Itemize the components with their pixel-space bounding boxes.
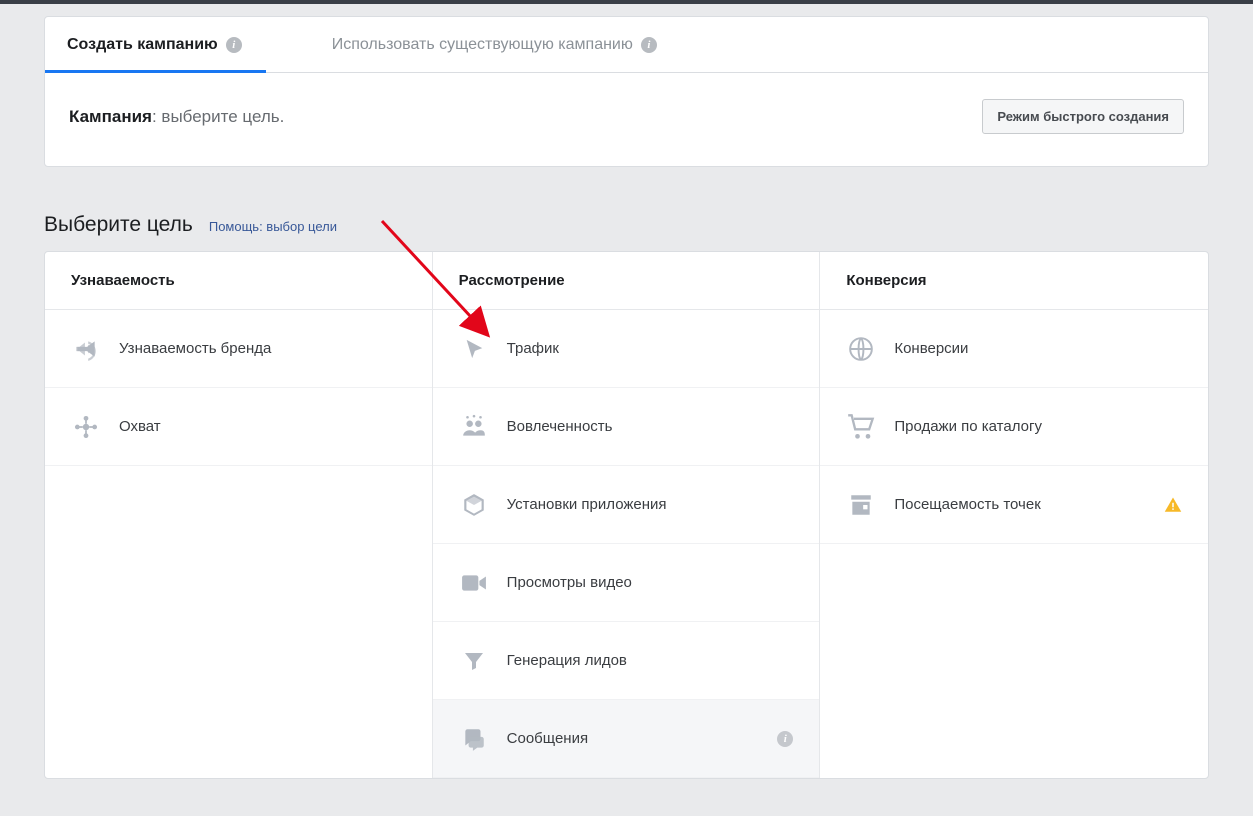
box-icon — [459, 490, 489, 520]
objective-label: Вовлеченность — [507, 418, 794, 435]
objective-brand-awareness[interactable]: Узнаваемость бренда — [45, 310, 432, 388]
objective-label: Узнаваемость бренда — [119, 340, 406, 357]
section-title: Выберите цель — [44, 213, 193, 237]
video-icon — [459, 568, 489, 598]
campaign-title-line: Кампания: выберите цель. — [69, 107, 284, 127]
column-conversion: Конверсия Конверсии Продажи по каталогу … — [820, 252, 1208, 778]
window-topbar — [0, 0, 1253, 4]
tab-label: Использовать существующую кампанию — [332, 36, 633, 54]
info-icon[interactable]: i — [226, 37, 242, 53]
objective-store-visits[interactable]: Посещаемость точек — [820, 466, 1208, 544]
column-awareness: Узнаваемость Узнаваемость бренда Охват — [45, 252, 433, 778]
info-icon[interactable]: i — [641, 37, 657, 53]
column-header: Узнаваемость — [45, 252, 432, 310]
objective-traffic[interactable]: Трафик — [433, 310, 820, 388]
quick-create-button[interactable]: Режим быстрого создания — [982, 99, 1184, 134]
objective-app-installs[interactable]: Установки приложения — [433, 466, 820, 544]
objective-conversions[interactable]: Конверсии — [820, 310, 1208, 388]
objective-label: Генерация лидов — [507, 652, 794, 669]
campaign-card: Создать кампанию i Использовать существу… — [44, 16, 1209, 167]
info-icon[interactable]: i — [777, 731, 793, 747]
tab-label: Создать кампанию — [67, 36, 218, 54]
column-header: Рассмотрение — [433, 252, 820, 310]
objective-label: Посещаемость точек — [894, 496, 1156, 513]
people-icon — [459, 412, 489, 442]
tab-existing-campaign[interactable]: Использовать существующую кампанию i — [332, 17, 657, 72]
chat-icon — [459, 724, 489, 754]
objective-label: Конверсии — [894, 340, 1182, 357]
objective-label: Сообщения — [507, 730, 778, 747]
objective-reach[interactable]: Охват — [45, 388, 432, 466]
campaign-label: Кампания — [69, 107, 152, 126]
column-header: Конверсия — [820, 252, 1208, 310]
megaphone-icon — [71, 334, 101, 364]
objective-label: Продажи по каталогу — [894, 418, 1182, 435]
objective-lead-generation[interactable]: Генерация лидов — [433, 622, 820, 700]
network-icon — [71, 412, 101, 442]
campaign-subtext: : выберите цель. — [152, 107, 284, 126]
help-link[interactable]: Помощь: выбор цели — [209, 219, 337, 234]
column-consideration: Рассмотрение Трафик Вовлеченность Устано… — [433, 252, 821, 778]
funnel-icon — [459, 646, 489, 676]
cursor-icon — [459, 334, 489, 364]
objectives-grid: Узнаваемость Узнаваемость бренда Охват Р… — [44, 251, 1209, 779]
objective-video-views[interactable]: Просмотры видео — [433, 544, 820, 622]
cart-icon — [846, 412, 876, 442]
campaign-tabs: Создать кампанию i Использовать существу… — [45, 17, 1208, 73]
objective-label: Охват — [119, 418, 406, 435]
objective-messages[interactable]: Сообщения i — [433, 700, 820, 778]
objective-engagement[interactable]: Вовлеченность — [433, 388, 820, 466]
objective-label: Просмотры видео — [507, 574, 794, 591]
objective-label: Установки приложения — [507, 496, 794, 513]
warning-icon — [1164, 496, 1182, 514]
objective-label: Трафик — [507, 340, 794, 357]
globe-icon — [846, 334, 876, 364]
tab-create-campaign[interactable]: Создать кампанию i — [67, 17, 242, 72]
objective-catalog-sales[interactable]: Продажи по каталогу — [820, 388, 1208, 466]
store-icon — [846, 490, 876, 520]
